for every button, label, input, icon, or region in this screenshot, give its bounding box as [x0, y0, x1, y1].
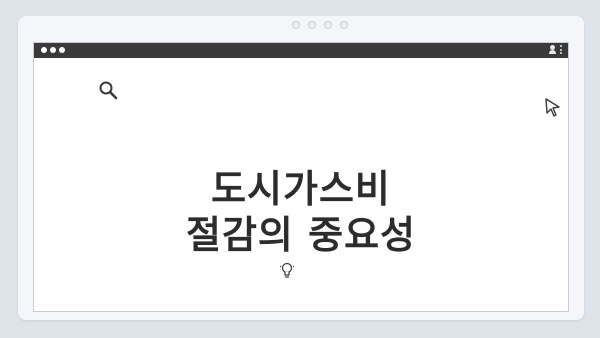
carousel-dot[interactable] — [340, 21, 348, 29]
slide-card: 도시가스비 절감의 중요성 — [18, 16, 584, 320]
title-line-1: 도시가스비 — [211, 167, 391, 211]
carousel-dots — [292, 21, 348, 29]
lightbulb-icon — [280, 262, 294, 278]
cursor-icon — [545, 98, 560, 117]
browser-window: 도시가스비 절감의 중요성 — [33, 42, 569, 312]
page-title: 도시가스비 절감의 중요성 — [34, 166, 568, 258]
search-icon[interactable] — [98, 80, 120, 102]
window-content: 도시가스비 절감의 중요성 — [34, 58, 568, 311]
window-control-dot[interactable] — [50, 47, 56, 53]
window-controls — [41, 47, 65, 53]
title-line-2: 절감의 중요성 — [186, 213, 416, 257]
user-icon[interactable] — [549, 45, 556, 54]
carousel-dot[interactable] — [292, 21, 300, 29]
title-bar-actions — [549, 45, 562, 54]
window-control-dot[interactable] — [41, 47, 47, 53]
window-control-dot[interactable] — [59, 47, 65, 53]
carousel-dot[interactable] — [324, 21, 332, 29]
kebab-menu-icon[interactable] — [560, 45, 562, 54]
window-title-bar — [34, 43, 568, 58]
carousel-dot[interactable] — [308, 21, 316, 29]
